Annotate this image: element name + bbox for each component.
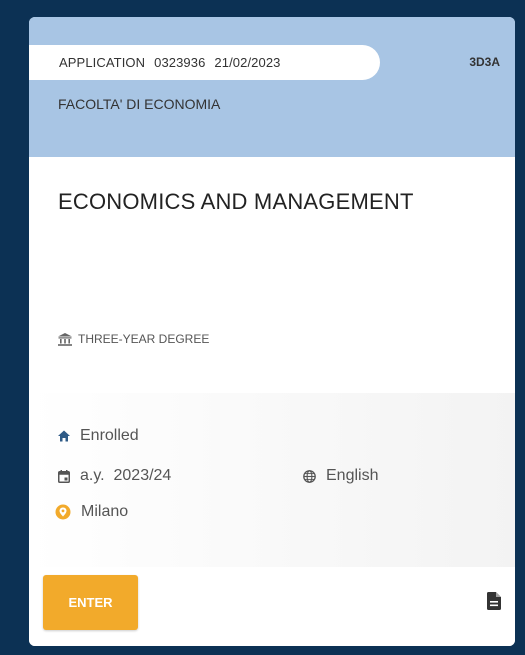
course-code: 3D3A bbox=[469, 55, 500, 69]
application-date: 21/02/2023 bbox=[214, 55, 281, 70]
home-icon bbox=[58, 430, 70, 442]
academic-year-text: a.y. 2023/24 bbox=[80, 467, 172, 484]
institution-icon bbox=[58, 332, 72, 346]
location-pin-icon bbox=[55, 504, 71, 520]
application-label: APPLICATION bbox=[59, 55, 146, 70]
degree-type-label: THREE-YEAR DEGREE bbox=[78, 332, 210, 346]
location-row: Milano bbox=[55, 503, 128, 521]
application-badge: APPLICATION 0323936 21/02/2023 bbox=[29, 45, 380, 80]
course-title: ECONOMICS AND MANAGEMENT bbox=[58, 189, 414, 214]
card-header: APPLICATION 0323936 21/02/2023 3D3A FACO… bbox=[29, 17, 515, 157]
card-footer: ENTER bbox=[29, 567, 515, 646]
academic-year-row: a.y. 2023/24 bbox=[58, 467, 171, 485]
course-details: Enrolled a.y. 2023/24 English Milano bbox=[29, 393, 515, 567]
language-text: English bbox=[326, 467, 379, 484]
globe-icon bbox=[303, 469, 316, 483]
application-number: 0323936 bbox=[154, 55, 206, 70]
location-text: Milano bbox=[81, 503, 129, 520]
language-row: English bbox=[303, 467, 378, 485]
degree-type: THREE-YEAR DEGREE bbox=[58, 332, 209, 346]
faculty-name: FACOLTA' DI ECONOMIA bbox=[58, 96, 221, 112]
status-row: Enrolled bbox=[58, 427, 139, 445]
status-text: Enrolled bbox=[80, 427, 139, 444]
calendar-icon bbox=[58, 469, 70, 483]
course-card: APPLICATION 0323936 21/02/2023 3D3A FACO… bbox=[29, 17, 515, 646]
document-icon[interactable] bbox=[487, 592, 501, 615]
enter-button[interactable]: ENTER bbox=[43, 575, 138, 630]
